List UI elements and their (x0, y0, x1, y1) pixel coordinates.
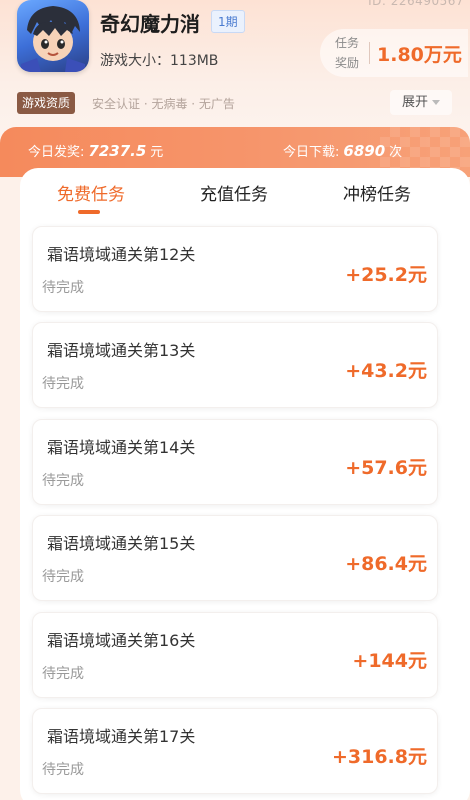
qualification-text: 安全认证 · 无病毒 · 无广告 (92, 97, 235, 111)
today-payout-label: 今日发奖: (28, 145, 85, 160)
today-download: 今日下载: 6890 次 (283, 141, 402, 160)
expand-label: 展开 (402, 95, 429, 110)
task-card[interactable]: 霜语境域通关第15关 待完成 +86.4元 (32, 515, 438, 601)
task-reward: +57.6元 (345, 457, 427, 479)
today-payout-unit: 元 (150, 145, 164, 160)
today-payout: 今日发奖: 7237.5 元 (28, 141, 163, 160)
tab-ranking-tasks[interactable]: 冲榜任务 (343, 180, 411, 205)
task-name: 霜语境域通关第17关 (47, 727, 196, 746)
task-reward-label: 任务奖励 (334, 36, 359, 70)
today-download-unit: 次 (389, 145, 403, 160)
task-status: 待完成 (42, 376, 84, 392)
task-name: 霜语境域通关第14关 (47, 438, 196, 457)
today-download-label: 今日下载: (283, 145, 340, 160)
task-status: 待完成 (42, 473, 84, 489)
task-card[interactable]: 霜语境域通关第16关 待完成 +144元 (32, 612, 438, 698)
expand-button[interactable]: 展开 (390, 90, 452, 115)
task-reward-value: 1.80万元 (377, 44, 462, 66)
tab-free-tasks[interactable]: 免费任务 (57, 180, 125, 205)
task-status: 待完成 (42, 762, 84, 778)
task-name: 霜语境域通关第16关 (47, 631, 196, 650)
task-reward: +43.2元 (345, 360, 427, 382)
task-status: 待完成 (42, 569, 84, 585)
user-id-text: ID: 226490567 (368, 0, 464, 8)
task-tabs: 免费任务 充值任务 冲榜任务 (20, 168, 470, 218)
task-reward: +86.4元 (345, 553, 427, 575)
tab-recharge-tasks[interactable]: 充值任务 (200, 180, 268, 205)
task-reward: +25.2元 (345, 264, 427, 286)
game-icon[interactable] (17, 0, 89, 72)
chevron-down-icon (432, 100, 441, 105)
task-status: 待完成 (42, 666, 84, 682)
today-download-value: 6890 (343, 142, 386, 160)
task-card[interactable]: 霜语境域通关第14关 待完成 +57.6元 (32, 419, 438, 505)
task-reward: +144元 (352, 650, 427, 672)
today-payout-value: 7237.5 (88, 142, 147, 160)
task-status: 待完成 (42, 280, 84, 296)
game-title: 奇幻魔力消 (100, 12, 200, 36)
task-name: 霜语境域通关第12关 (47, 245, 196, 264)
active-tab-indicator (78, 210, 100, 214)
task-reward-box: 任务奖励 1.80万元 (320, 29, 468, 77)
task-name: 霜语境域通关第13关 (47, 341, 196, 360)
task-reward: +316.8元 (331, 746, 427, 768)
game-size: 游戏大小：113MB (100, 53, 219, 69)
game-character-icon (21, 6, 85, 72)
reward-divider (369, 42, 370, 64)
task-name: 霜语境域通关第15关 (47, 534, 196, 553)
task-card[interactable]: 霜语境域通关第17关 待完成 +316.8元 (32, 708, 438, 794)
period-badge: 1期 (211, 10, 245, 33)
task-card[interactable]: 霜语境域通关第13关 待完成 +43.2元 (32, 322, 438, 408)
task-panel: 免费任务 充值任务 冲榜任务 霜语境域通关第12关 待完成 +25.2元 霜语境… (20, 168, 470, 800)
qualification-badge: 游戏资质 (17, 92, 76, 114)
task-card[interactable]: 霜语境域通关第12关 待完成 +25.2元 (32, 226, 438, 312)
